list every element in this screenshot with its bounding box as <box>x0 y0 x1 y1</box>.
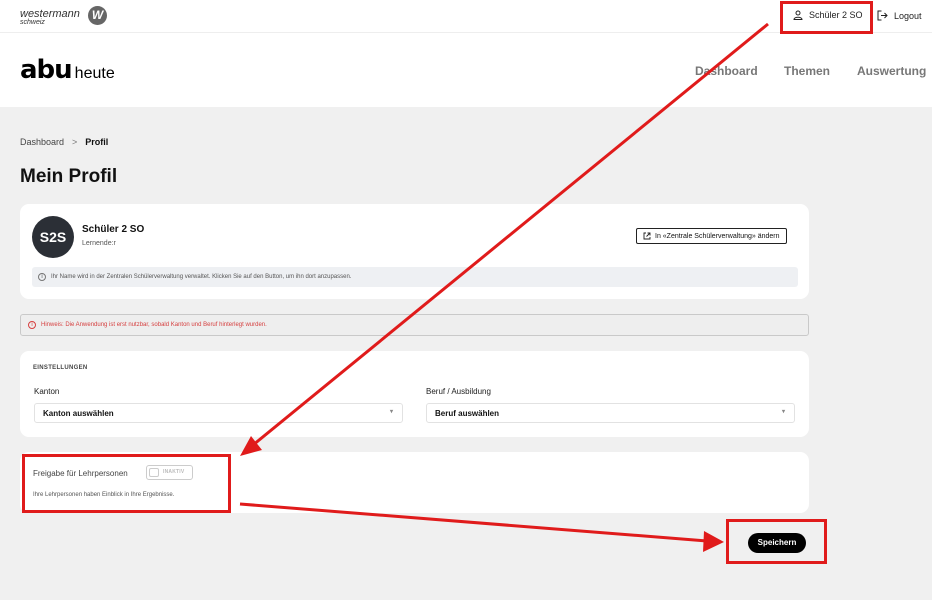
arrow-line-user-to-sharing <box>252 22 769 447</box>
arrow-line-sharing-to-save <box>239 502 708 543</box>
arrow-head-save <box>703 531 724 552</box>
annotation-arrows <box>239 22 769 552</box>
